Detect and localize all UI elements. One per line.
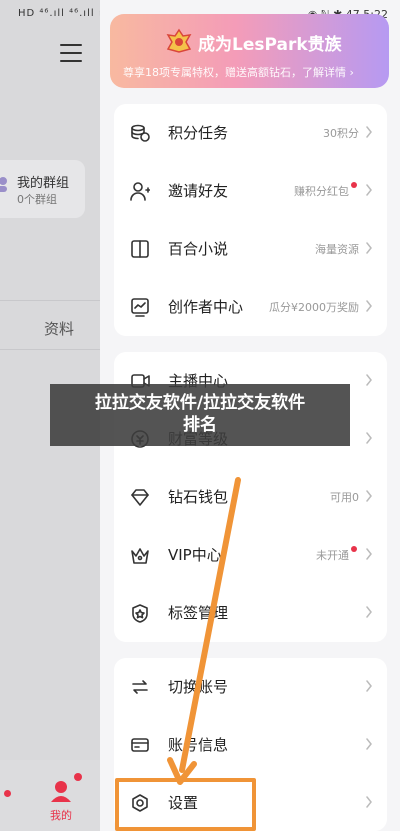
menu-item-value: 可用0 [330,491,359,504]
menu-item-coins[interactable]: 积分任务 30积分 [114,104,387,162]
chevron-right-icon [366,606,372,618]
settings-highlight-box [115,778,256,831]
menu-item-label: 邀请好友 [168,182,229,200]
notification-dot [351,546,357,552]
vip-banner-title: 成为LesPark贵族 [198,35,342,55]
menu-item-label: 账号信息 [168,736,229,754]
chevron-right-icon [366,300,372,312]
chevron-right-icon [366,374,372,386]
menu-item-switch[interactable]: 切换账号 [114,658,387,716]
menu-item-value: 未开通 [316,549,349,562]
chevron-right-icon [366,680,372,692]
chevron-right-icon [366,490,372,502]
vip-badge-icon [166,28,192,53]
tab-profile-info[interactable]: 资料 [44,318,74,339]
my-groups-count: 0个群组 [17,193,57,206]
chevron-right-icon [366,126,372,138]
vip-banner[interactable]: 成为LesPark贵族 尊享18项专属特权，赠送高额钻石，了解详情 › [110,14,389,88]
caption-overlay: 拉拉交友软件/拉拉交友软件 排名 [50,384,350,446]
tag-icon [132,604,148,623]
chart-icon [131,298,149,317]
menu-item-value: 赚积分红包 [294,185,349,198]
chevron-right-icon [366,548,372,560]
vip-banner-subtitle[interactable]: 尊享18项专属特权，赠送高额钻石，了解详情 › [123,64,354,80]
chevron-right-icon [366,738,372,750]
menu-item-value: 海量资源 [315,243,359,256]
menu-item-crown[interactable]: VIP中心 未开通 [114,526,387,584]
diamond-icon [131,489,149,506]
menu-item-label: 切换账号 [168,678,229,696]
notification-dot [351,182,357,188]
menu-item-value: 瓜分¥2000万奖励 [269,301,359,314]
menu-section-1: 积分任务 30积分邀请好友 赚积分红包百合小说 海量资源创作者中心 瓜分¥2000万奖励 [114,104,387,336]
profile-nav-icon[interactable] [50,780,72,802]
status-bar-left: HD ⁴⁶.ıll ⁴⁶.ıll ≋ ▣ [18,8,100,19]
nav-item-me-label[interactable]: 我的 [50,807,72,823]
menu-item-label: 标签管理 [168,604,229,622]
menu-item-label: 创作者中心 [168,298,244,316]
notification-dot [4,790,11,797]
card-icon [131,738,149,752]
menu-item-label: 百合小说 [168,240,229,258]
invite-user-icon [130,182,150,201]
crown-icon [131,548,149,564]
menu-item-label: 钻石钱包 [168,488,229,506]
menu-item-invite-user[interactable]: 邀请好友 赚积分红包 [114,162,387,220]
notification-dot [74,773,82,781]
divider [0,349,100,350]
chevron-right-icon [366,184,372,196]
menu-item-chart[interactable]: 创作者中心 瓜分¥2000万奖励 [114,278,387,336]
menu-item-label: VIP中心 [168,546,222,564]
chevron-right-icon [366,432,372,444]
coins-icon [131,124,150,142]
my-groups-title: 我的群组 [17,176,70,191]
divider [0,300,100,301]
caption-line-1: 拉拉交友软件/拉拉交友软件 [94,393,306,413]
menu-item-label: 积分任务 [168,124,229,142]
chevron-right-icon [366,796,372,808]
menu-item-book[interactable]: 百合小说 海量资源 [114,220,387,278]
menu-item-tag[interactable]: 标签管理 [114,584,387,642]
book-icon [131,240,149,258]
user-icon [0,177,7,192]
chevron-right-icon [366,242,372,254]
menu-item-diamond[interactable]: 钻石钱包 可用0 [114,468,387,526]
menu-item-value: 30积分 [323,127,359,140]
switch-icon [132,680,148,694]
caption-line-2: 排名 [183,415,217,435]
menu-item-card[interactable]: 账号信息 [114,716,387,774]
hamburger-menu-icon[interactable] [60,44,82,64]
